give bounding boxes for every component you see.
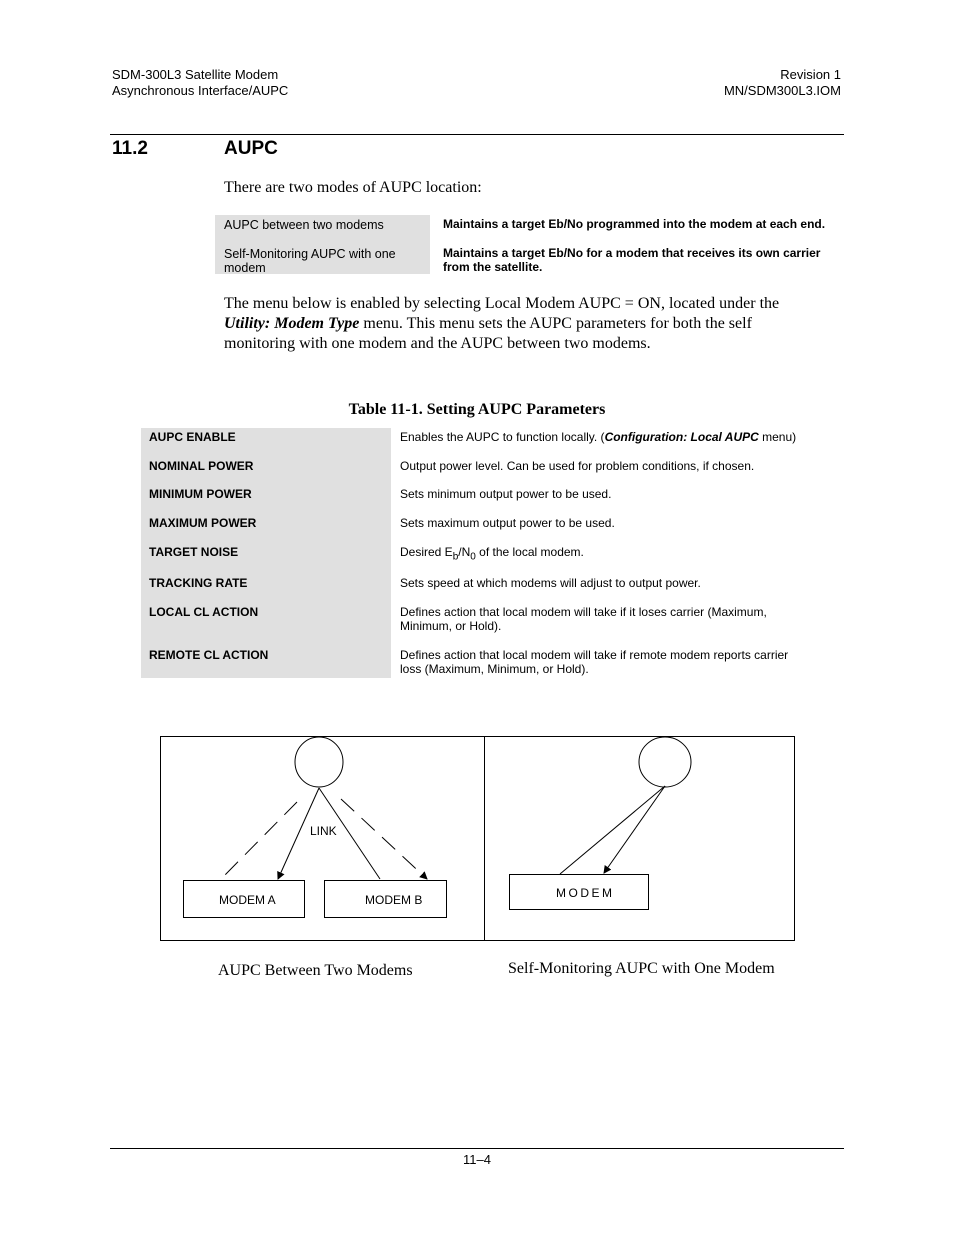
mode-description: Maintains a target Eb/No programmed into… <box>443 217 826 231</box>
header-left: SDM-300L3 Satellite Modem Asynchronous I… <box>112 67 288 99</box>
doc-id: MN/SDM300L3.IOM <box>723 83 841 98</box>
desc-text: Desired E <box>400 545 453 559</box>
mode-name-text: AUPC between two modems <box>224 218 384 232</box>
right-diagram-caption: Self-Monitoring AUPC with One Modem <box>508 960 775 977</box>
desc-text: Minimum, or Hold). <box>400 619 502 633</box>
mode-description: Maintains a target Eb/No for a modem tha… <box>443 246 848 274</box>
paragraph-text: menu. This menu sets the AUPC parameters… <box>359 315 752 332</box>
doc-title: SDM-300L3 Satellite Modem <box>112 67 279 82</box>
modem-label: MODEM <box>556 886 615 900</box>
desc-text: Defines action that local modem will tak… <box>400 605 767 619</box>
paragraph-line: Utility: Modem Type menu. This menu sets… <box>224 314 844 334</box>
revision: Revision 1 <box>780 67 841 82</box>
param-description: Sets minimum output power to be used. <box>400 487 612 501</box>
param-name: REMOTE CL ACTION <box>141 648 391 662</box>
left-diagram-caption: AUPC Between Two Modems <box>218 962 413 979</box>
desc-text: /N <box>458 545 471 559</box>
downlink-arrow-b <box>340 798 428 880</box>
modem-b-label: MODEM B <box>365 893 422 907</box>
mode-description-text: from the satellite. <box>443 260 543 274</box>
desc-text: loss (Maximum, Minimum, or Hold). <box>400 662 589 676</box>
mode-name: AUPC between two modems <box>215 215 430 245</box>
mode-description-text: Maintains a target Eb/No for a modem tha… <box>443 246 821 260</box>
page-number: 11–4 <box>463 1152 491 1167</box>
param-description: Sets speed at which modems will adjust t… <box>400 576 701 590</box>
section-number: 11.2 <box>112 138 148 159</box>
param-description: Output power level. Can be used for prob… <box>400 459 755 473</box>
aupc-diagram: LINK MODEM A MODEM B MODEM <box>160 736 795 941</box>
param-description: Defines action that local modem will tak… <box>400 648 820 676</box>
param-description: Enables the AUPC to function locally. (C… <box>400 430 820 444</box>
param-name: MAXIMUM POWER <box>141 516 391 530</box>
doc-subtitle: Asynchronous Interface/AUPC <box>112 83 289 98</box>
param-name: TRACKING RATE <box>141 576 391 590</box>
header-right: Revision 1 MN/SDM300L3.IOM <box>724 67 841 99</box>
param-description: Sets maximum output power to be used. <box>400 516 615 530</box>
param-name: TARGET NOISE <box>141 545 391 559</box>
menu-reference: Utility: Modem Type <box>224 315 360 332</box>
mode-name: Self-Monitoring AUPC with one modem <box>215 244 430 275</box>
footer-rule <box>110 1148 844 1149</box>
desc-text: of the local modem. <box>475 545 584 559</box>
desc-text: menu) <box>758 430 797 444</box>
intro-text: There are two modes of AUPC location: <box>224 179 482 196</box>
param-name: NOMINAL POWER <box>141 459 391 473</box>
param-description: Desired Eb/N0 of the local modem. <box>400 545 820 564</box>
desc-text: Enables the AUPC to function locally. ( <box>400 430 605 444</box>
paragraph-line: monitoring with one modem and the AUPC b… <box>224 335 651 352</box>
param-name: LOCAL CL ACTION <box>141 605 391 619</box>
mode-name-text: modem <box>224 261 266 275</box>
param-description: Defines action that local modem will tak… <box>400 605 820 633</box>
menu-reference: Configuration: Local AUPC <box>604 430 759 444</box>
satellite-icon <box>294 736 344 788</box>
paragraph-line: The menu below is enabled by selecting L… <box>224 295 780 312</box>
mode-name-text: Self-Monitoring AUPC with one <box>224 247 396 261</box>
link-label: LINK <box>310 824 337 838</box>
section-title: AUPC <box>224 138 278 159</box>
menu-paragraph: The menu below is enabled by selecting L… <box>224 294 844 354</box>
modem-a-label: MODEM A <box>219 893 276 907</box>
table-caption: Table 11-1. Setting AUPC Parameters <box>348 401 606 418</box>
param-name: MINIMUM POWER <box>141 487 391 501</box>
satellite-icon <box>638 736 692 788</box>
desc-text: Defines action that local modem will tak… <box>400 648 789 662</box>
header-rule <box>110 134 844 135</box>
param-name: AUPC ENABLE <box>141 430 391 444</box>
uplink-line-a <box>220 801 298 880</box>
